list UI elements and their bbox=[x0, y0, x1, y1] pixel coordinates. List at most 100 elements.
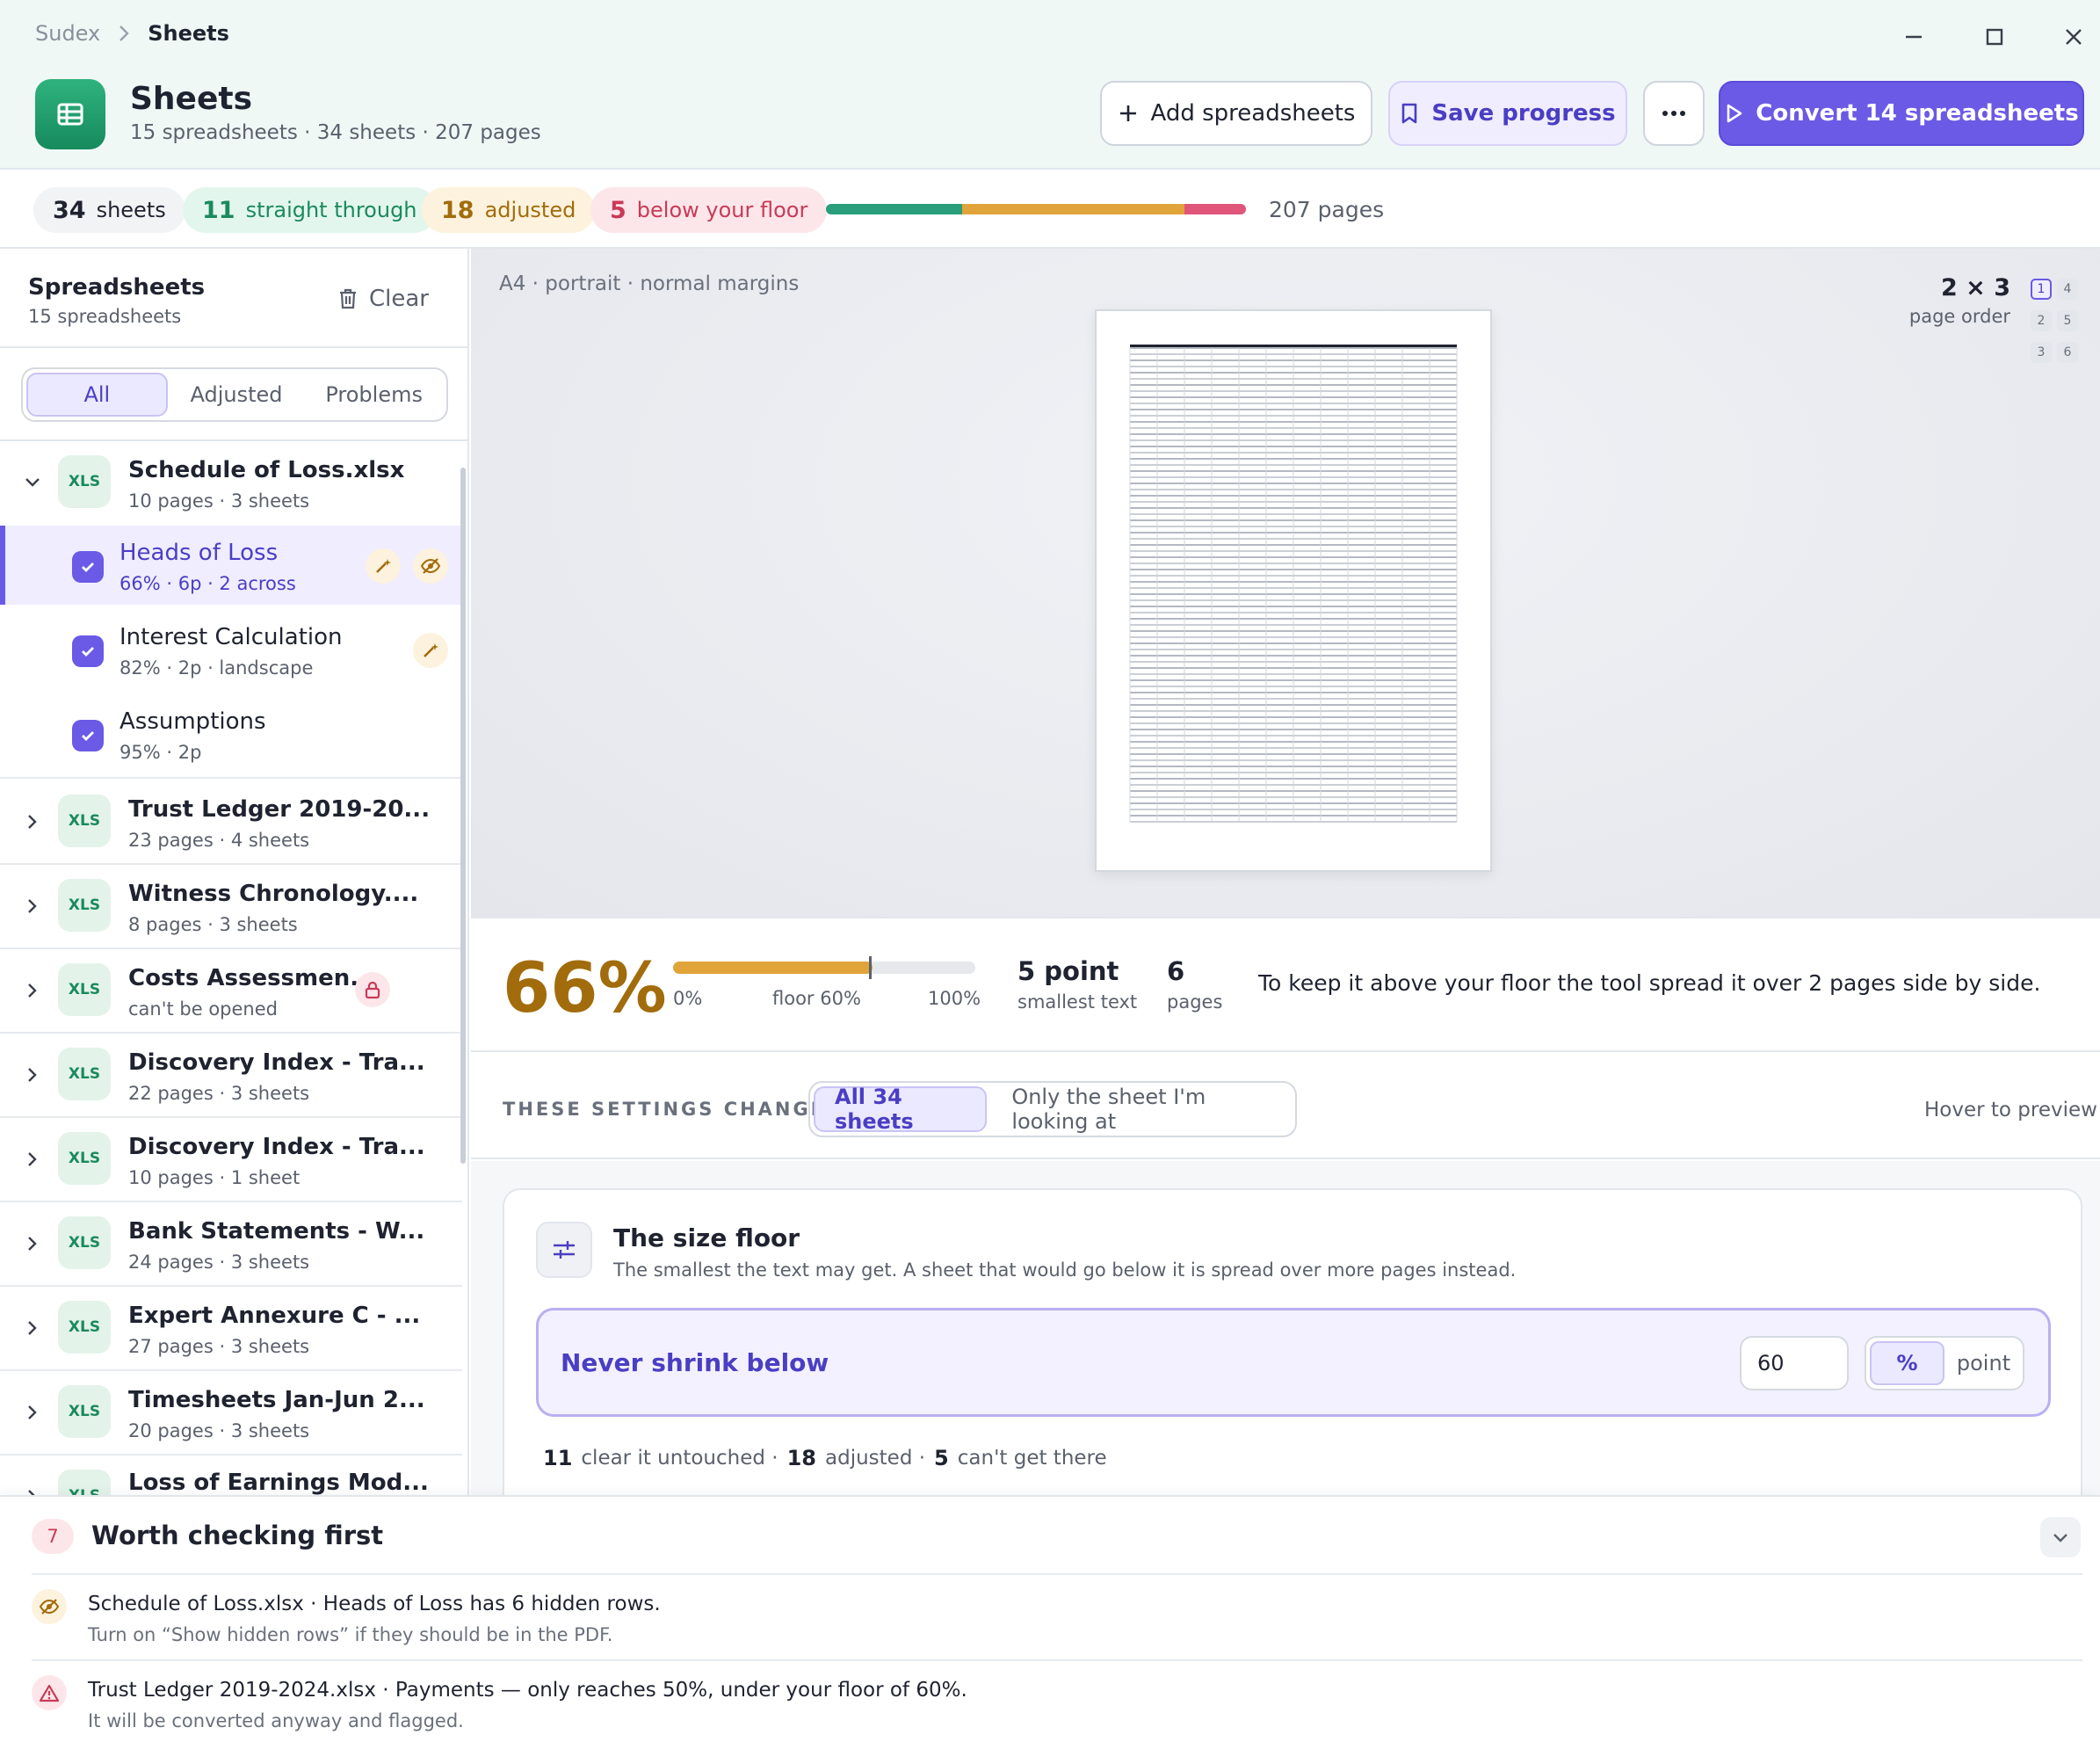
chevron-right-icon[interactable] bbox=[23, 1234, 42, 1253]
page-order-cell: 1 bbox=[2031, 279, 2052, 300]
slider-max-label: 100% bbox=[928, 988, 981, 1009]
divider bbox=[32, 1659, 2082, 1661]
distribution-segment bbox=[961, 204, 1184, 214]
floor-counts: 11 clear it untouched · 18 adjusted · 5 can… bbox=[543, 1446, 1107, 1470]
chevron-right-icon[interactable] bbox=[23, 1150, 42, 1169]
eye-off-icon bbox=[413, 548, 448, 584]
check-item-title[interactable]: Trust Ledger 2019-2024.xlsx · Payments —… bbox=[88, 1679, 967, 1702]
maximize-icon[interactable] bbox=[1977, 19, 2012, 54]
checkbox-checked-icon[interactable] bbox=[72, 551, 104, 583]
sheet-meta: 95% · 2p bbox=[119, 742, 202, 763]
check-item-detail: Turn on “Show hidden rows” if they shoul… bbox=[88, 1624, 613, 1645]
plus-icon bbox=[1118, 103, 1139, 124]
chevron-right-icon[interactable] bbox=[23, 1403, 42, 1422]
count-adjusted-label: adjusted · bbox=[825, 1447, 926, 1470]
collapse-button[interactable] bbox=[2040, 1517, 2081, 1557]
chevron-down-icon[interactable] bbox=[23, 473, 42, 492]
divider bbox=[32, 1573, 2082, 1575]
chevron-right-icon[interactable] bbox=[23, 812, 42, 831]
file-meta: 22 pages · 3 sheets bbox=[128, 1083, 310, 1104]
distribution-segment bbox=[1184, 204, 1246, 214]
file-meta: 20 pages · 3 sheets bbox=[128, 1420, 310, 1441]
page-order-label: page order bbox=[1908, 306, 2010, 327]
trash-icon bbox=[337, 287, 358, 310]
total-pages: 207 pages bbox=[1269, 197, 1385, 222]
size-floor-description: The smallest the text may get. A sheet t… bbox=[613, 1259, 1517, 1281]
file-meta: 10 pages · 1 sheet bbox=[128, 1167, 301, 1188]
sheet-name: Assumptions bbox=[119, 708, 266, 735]
file-name: Expert Annexure C - ... bbox=[128, 1303, 421, 1329]
xls-badge: XLS bbox=[58, 1385, 111, 1438]
count-untouched: 11 bbox=[543, 1446, 573, 1470]
filter-all[interactable]: All bbox=[26, 373, 168, 417]
xls-badge: XLS bbox=[58, 1301, 111, 1354]
chevron-right-icon[interactable] bbox=[23, 1065, 42, 1085]
breadcrumb-root[interactable]: Sudex bbox=[35, 21, 100, 46]
sidebar-title: Spreadsheets bbox=[28, 274, 206, 301]
filter-problems[interactable]: Problems bbox=[305, 373, 443, 417]
bookmark-icon bbox=[1400, 102, 1419, 125]
close-icon[interactable] bbox=[2056, 19, 2091, 54]
checkbox-checked-icon[interactable] bbox=[72, 635, 104, 667]
pages-value: 6 bbox=[1167, 956, 1185, 986]
sliders-icon bbox=[536, 1222, 592, 1278]
page-order-cell: 5 bbox=[2057, 310, 2078, 331]
file-name: Witness Chronology.... bbox=[128, 881, 419, 907]
xls-badge: XLS bbox=[58, 1216, 111, 1269]
file-name: Timesheets Jan-Jun 2... bbox=[128, 1387, 425, 1413]
more-icon bbox=[1662, 110, 1686, 117]
checkbox-checked-icon[interactable] bbox=[72, 720, 104, 751]
page-order-cell: 4 bbox=[2057, 279, 2078, 300]
smallest-text-value: 5 point bbox=[1017, 956, 1119, 986]
page-setup-info: A4 · portrait · normal margins bbox=[499, 272, 800, 295]
chevron-right-icon[interactable] bbox=[23, 981, 42, 1000]
file-name[interactable]: Loss of Earnings Mod... bbox=[128, 1470, 429, 1496]
page-order-cell: 2 bbox=[2031, 310, 2052, 331]
file-meta: 8 pages · 3 sheets bbox=[128, 914, 298, 935]
file-name: Discovery Index - Tra... bbox=[128, 1134, 425, 1160]
chevron-down-icon bbox=[2052, 1528, 2069, 1546]
unit-percent[interactable]: % bbox=[1870, 1341, 1944, 1385]
add-spreadsheets-button[interactable]: Add spreadsheets bbox=[1100, 81, 1372, 146]
xls-badge: XLS bbox=[58, 455, 111, 508]
floor-value-input[interactable]: 60 bbox=[1740, 1336, 1849, 1390]
sidebar-scrollbar[interactable] bbox=[460, 468, 466, 1164]
divider bbox=[0, 346, 469, 348]
sheet-name: Heads of Loss bbox=[119, 540, 279, 566]
selection-indicator bbox=[0, 526, 5, 605]
save-progress-button[interactable]: Save progress bbox=[1388, 81, 1627, 146]
scope-current-sheet[interactable]: Only the sheet I'm looking at bbox=[992, 1085, 1292, 1134]
breadcrumb: Sudex Sheets bbox=[35, 21, 229, 46]
file-meta: 24 pages · 3 sheets bbox=[128, 1252, 310, 1273]
floor-unit-segmented: % point bbox=[1865, 1336, 2024, 1390]
sheet-name: Interest Calculation bbox=[119, 624, 343, 650]
xls-badge: XLS bbox=[58, 1132, 111, 1185]
check-item-title[interactable]: Schedule of Loss.xlsx · Heads of Loss ha… bbox=[88, 1593, 661, 1615]
page-title: Sheets bbox=[130, 81, 253, 117]
lock-icon bbox=[355, 972, 390, 1007]
page-grid-label: 2 × 3 bbox=[1941, 274, 2010, 301]
xls-badge: XLS bbox=[58, 1048, 111, 1100]
sheet-preview-grid bbox=[1129, 345, 1458, 823]
filter-adjusted[interactable]: Adjusted bbox=[168, 373, 306, 417]
scope-all-sheets[interactable]: All 34 sheets bbox=[814, 1085, 988, 1134]
convert-button[interactable]: Convert 14 spreadsheets bbox=[1719, 81, 2084, 146]
minimize-icon[interactable] bbox=[1896, 19, 1931, 54]
hover-hint: Hover to preview bbox=[1924, 1099, 2097, 1121]
clear-button[interactable]: Clear bbox=[337, 286, 429, 312]
sheet-row[interactable] bbox=[0, 691, 462, 779]
more-button[interactable] bbox=[1643, 81, 1705, 146]
scope-label: THESE SETTINGS CHANGE bbox=[503, 1099, 827, 1120]
page-thumbnail[interactable] bbox=[1095, 309, 1492, 872]
file-name: Trust Ledger 2019-20... bbox=[128, 796, 431, 823]
unit-point[interactable]: point bbox=[1948, 1341, 2019, 1385]
file-name: Costs Assessmen... bbox=[128, 965, 376, 991]
add-spreadsheets-label: Add spreadsheets bbox=[1150, 100, 1356, 127]
stat-below-floor: 5 below your floor bbox=[590, 187, 828, 233]
stat-sheets: 34 sheets bbox=[33, 187, 185, 233]
chevron-right-icon[interactable] bbox=[23, 896, 42, 916]
clear-label: Clear bbox=[369, 286, 429, 312]
eye-off-icon bbox=[32, 1589, 67, 1624]
stat-straight-through: 11 straight through bbox=[183, 187, 437, 233]
chevron-right-icon[interactable] bbox=[23, 1318, 42, 1338]
